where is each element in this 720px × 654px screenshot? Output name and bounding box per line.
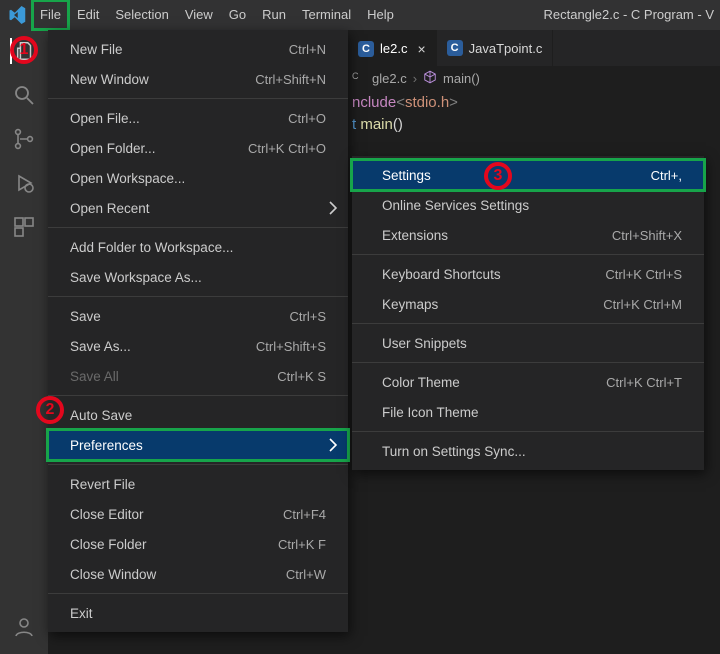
breadcrumb-function: main() <box>443 71 480 86</box>
menu-run[interactable]: Run <box>254 0 294 30</box>
tab-inactive-file[interactable]: C JavaTpoint.c <box>437 30 554 66</box>
menu-save-workspace-as[interactable]: Save Workspace As... <box>48 262 348 292</box>
file-menu-dropdown: New FileCtrl+N New WindowCtrl+Shift+N Op… <box>48 30 348 632</box>
activity-bar <box>0 30 48 654</box>
c-language-icon: C <box>447 40 463 56</box>
menu-help[interactable]: Help <box>359 0 402 30</box>
menu-separator <box>352 362 704 363</box>
menu-revert-file[interactable]: Revert File <box>48 469 348 499</box>
menu-separator <box>352 431 704 432</box>
cube-icon <box>423 70 437 87</box>
menu-save-as[interactable]: Save As...Ctrl+Shift+S <box>48 331 348 361</box>
menu-preferences[interactable]: Preferences <box>48 430 348 460</box>
menu-separator <box>48 98 348 99</box>
window-title: Rectangle2.c - C Program - V <box>543 0 714 30</box>
menu-separator <box>48 227 348 228</box>
code-line-1: nclude<stdio.h> <box>352 92 720 114</box>
tab-inactive-label: JavaTpoint.c <box>469 41 543 56</box>
annotation-1: 1 <box>10 36 38 64</box>
tab-close-button[interactable]: × <box>417 41 425 57</box>
code-line-2: t main() <box>352 114 720 136</box>
source-control-icon[interactable] <box>11 126 37 152</box>
c-language-icon: C <box>352 71 366 85</box>
chevron-right-icon <box>328 438 338 455</box>
menu-save-all[interactable]: Save AllCtrl+K S <box>48 361 348 391</box>
submenu-user-snippets[interactable]: User Snippets <box>352 328 704 358</box>
menu-separator <box>352 323 704 324</box>
menu-exit[interactable]: Exit <box>48 598 348 628</box>
menu-close-editor[interactable]: Close EditorCtrl+F4 <box>48 499 348 529</box>
vscode-logo-icon <box>8 6 26 24</box>
annotation-2: 2 <box>36 396 64 424</box>
menu-separator <box>48 464 348 465</box>
menu-open-workspace[interactable]: Open Workspace... <box>48 163 348 193</box>
menu-view[interactable]: View <box>177 0 221 30</box>
breadcrumb-file: gle2.c <box>372 71 407 86</box>
menu-close-window[interactable]: Close WindowCtrl+W <box>48 559 348 589</box>
menu-terminal[interactable]: Terminal <box>294 0 359 30</box>
menu-separator <box>48 593 348 594</box>
menu-new-file[interactable]: New FileCtrl+N <box>48 34 348 64</box>
account-icon[interactable] <box>11 614 37 640</box>
menu-open-folder[interactable]: Open Folder...Ctrl+K Ctrl+O <box>48 133 348 163</box>
menu-separator <box>48 395 348 396</box>
menu-close-folder[interactable]: Close FolderCtrl+K F <box>48 529 348 559</box>
submenu-settings-sync[interactable]: Turn on Settings Sync... <box>352 436 704 466</box>
menu-new-window[interactable]: New WindowCtrl+Shift+N <box>48 64 348 94</box>
search-icon[interactable] <box>11 82 37 108</box>
menu-go[interactable]: Go <box>221 0 254 30</box>
tab-active-file[interactable]: C le2.c × <box>348 30 437 66</box>
submenu-settings[interactable]: SettingsCtrl+, <box>352 160 704 190</box>
chevron-right-icon: › <box>413 71 417 86</box>
run-debug-icon[interactable] <box>11 170 37 196</box>
extensions-icon[interactable] <box>11 214 37 240</box>
menu-open-file[interactable]: Open File...Ctrl+O <box>48 103 348 133</box>
tab-active-label: le2.c <box>380 41 407 56</box>
menu-add-folder[interactable]: Add Folder to Workspace... <box>48 232 348 262</box>
annotation-3: 3 <box>484 162 512 190</box>
menu-file[interactable]: File <box>32 0 69 30</box>
submenu-keymaps[interactable]: KeymapsCtrl+K Ctrl+M <box>352 289 704 319</box>
menu-save[interactable]: SaveCtrl+S <box>48 301 348 331</box>
menu-separator <box>352 254 704 255</box>
menu-selection[interactable]: Selection <box>107 0 176 30</box>
submenu-extensions[interactable]: ExtensionsCtrl+Shift+X <box>352 220 704 250</box>
chevron-right-icon <box>328 201 338 218</box>
c-language-icon: C <box>358 41 374 57</box>
menu-auto-save[interactable]: Auto Save <box>48 400 348 430</box>
submenu-file-icon-theme[interactable]: File Icon Theme <box>352 397 704 427</box>
submenu-keyboard-shortcuts[interactable]: Keyboard ShortcutsCtrl+K Ctrl+S <box>352 259 704 289</box>
menu-separator <box>48 296 348 297</box>
submenu-color-theme[interactable]: Color ThemeCtrl+K Ctrl+T <box>352 367 704 397</box>
menu-edit[interactable]: Edit <box>69 0 107 30</box>
title-bar: File Edit Selection View Go Run Terminal… <box>0 0 720 30</box>
submenu-online-settings[interactable]: Online Services Settings <box>352 190 704 220</box>
menu-open-recent[interactable]: Open Recent <box>48 193 348 223</box>
preferences-submenu: SettingsCtrl+, Online Services Settings … <box>352 156 704 470</box>
